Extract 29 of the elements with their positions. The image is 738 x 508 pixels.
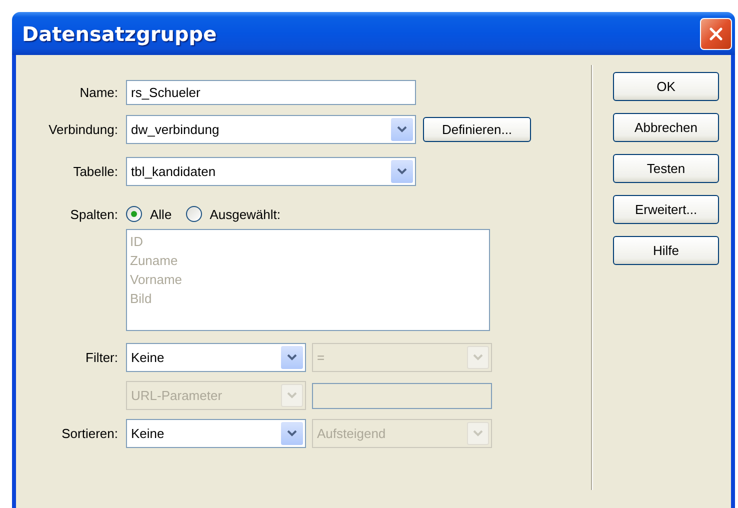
filter-label: Filter: <box>84 350 118 365</box>
chevron-down-icon <box>473 354 483 361</box>
sort-label: Sortieren: <box>60 426 118 441</box>
define-button[interactable]: Definieren... <box>423 117 531 142</box>
window-title: Datensatzgruppe <box>22 22 217 46</box>
chevron-down-icon <box>287 392 297 399</box>
chevron-down-icon <box>397 126 407 133</box>
dialog-button[interactable]: Hilfe <box>613 236 719 265</box>
chevron-down-icon <box>473 430 483 437</box>
table-dropdown[interactable]: tbl_kandidaten <box>126 157 416 186</box>
table-label: Tabelle: <box>72 164 118 179</box>
chevron-down-icon <box>287 430 297 437</box>
name-field[interactable]: rs_Schueler <box>126 80 416 105</box>
radio-option[interactable]: Ausgewählt: <box>186 206 281 222</box>
dialog-button[interactable]: OK <box>613 72 719 101</box>
name-label: Name: <box>78 85 118 100</box>
connection-dropdown[interactable]: dw_verbindung <box>126 115 416 144</box>
radio-option[interactable]: Alle <box>126 206 172 222</box>
chevron-down-icon <box>287 354 297 361</box>
connection-label: Verbindung: <box>48 122 118 137</box>
filter-column-dropdown[interactable]: Keine <box>126 343 306 372</box>
chevron-down-icon <box>397 168 407 175</box>
close-icon <box>709 26 723 40</box>
sort-column-dropdown[interactable]: Keine <box>126 419 306 448</box>
dialog-button[interactable]: Testen <box>613 154 719 183</box>
dialog-button[interactable]: Erweitert... <box>613 195 719 224</box>
close-button[interactable] <box>700 18 732 50</box>
dialog-button[interactable]: Abbrechen <box>613 113 719 142</box>
columns-label: Spalten: <box>69 206 118 222</box>
